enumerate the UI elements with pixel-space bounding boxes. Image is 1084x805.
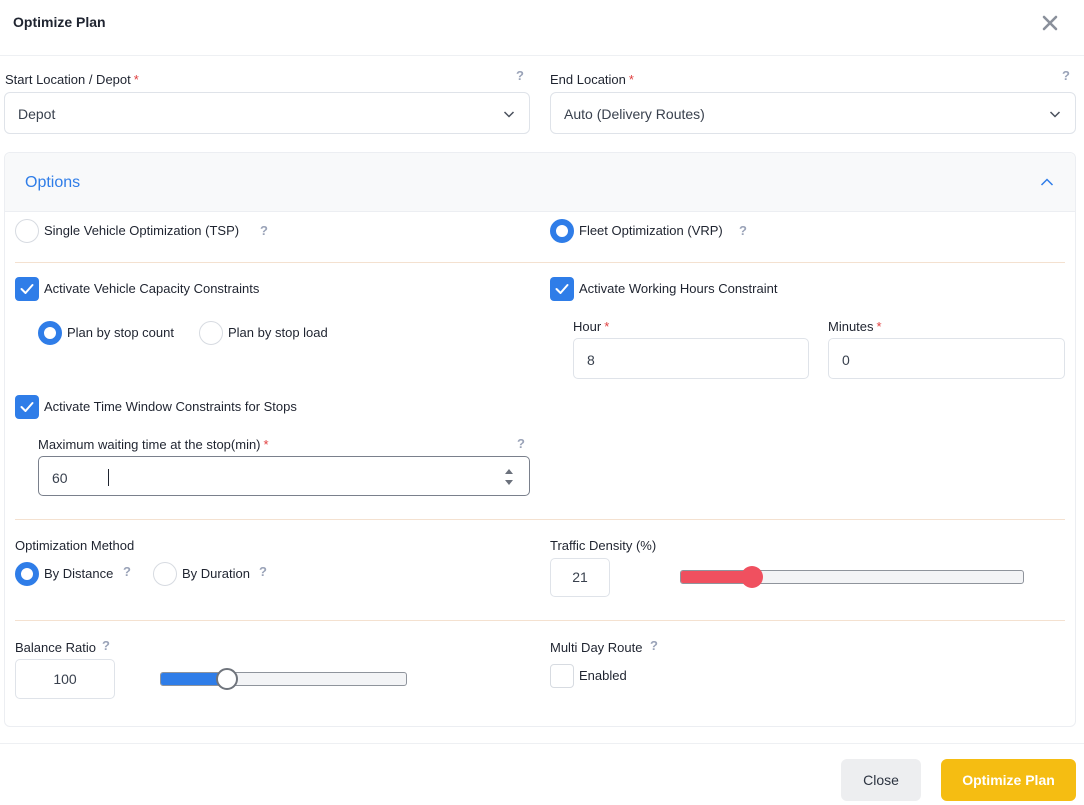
by-distance-radio[interactable] (15, 562, 39, 586)
check-icon (555, 284, 569, 294)
options-header[interactable]: Options (5, 153, 1075, 212)
time-window-checkbox[interactable] (15, 395, 39, 419)
capacity-label: Activate Vehicle Capacity Constraints (44, 281, 260, 296)
multiday-checkbox[interactable] (550, 664, 574, 688)
help-icon[interactable]: ? (516, 68, 524, 83)
required-mark: * (263, 437, 269, 452)
check-icon (20, 284, 34, 294)
dialog-footer: Close Optimize Plan (0, 743, 1084, 805)
hour-value: 8 (587, 352, 595, 368)
balance-label: Balance Ratio (15, 640, 96, 655)
vrp-label: Fleet Optimization (VRP) (579, 223, 723, 238)
working-hours-checkbox[interactable] (550, 277, 574, 301)
waiting-time-input[interactable]: 60 (38, 456, 530, 496)
required-mark: * (604, 319, 610, 334)
divider (15, 262, 1065, 263)
capacity-checkbox[interactable] (15, 277, 39, 301)
traffic-value[interactable]: 21 (550, 558, 610, 597)
chevron-up-icon[interactable] (1040, 176, 1054, 188)
start-location-label-text: Start Location / Depot (5, 72, 131, 87)
traffic-label: Traffic Density (%) (550, 538, 657, 553)
start-location-label: Start Location / Depot * (5, 72, 139, 87)
hour-label-text: Hour (573, 319, 602, 334)
by-distance-label: By Distance (44, 566, 114, 581)
waiting-time-label: Maximum waiting time at the stop(min) * (38, 437, 269, 452)
stop-count-radio[interactable] (38, 321, 62, 345)
close-button[interactable]: Close (841, 759, 921, 801)
end-location-value: Auto (Delivery Routes) (564, 106, 705, 122)
time-window-label: Activate Time Window Constraints for Sto… (44, 399, 297, 414)
traffic-slider-thumb[interactable] (741, 566, 763, 588)
stop-load-radio[interactable] (199, 321, 223, 345)
method-label: Optimization Method (15, 538, 135, 553)
minutes-value: 0 (842, 352, 850, 368)
check-icon (20, 402, 34, 412)
minutes-input[interactable]: 0 (828, 338, 1065, 379)
help-icon[interactable]: ? (102, 638, 110, 653)
end-location-label-text: End Location (550, 72, 626, 87)
help-icon[interactable]: ? (260, 223, 268, 238)
help-icon[interactable]: ? (517, 436, 525, 451)
by-duration-label: By Duration (182, 566, 250, 581)
vrp-radio[interactable] (550, 219, 574, 243)
required-mark: * (133, 72, 139, 87)
options-title: Options (25, 174, 81, 191)
help-icon[interactable]: ? (739, 223, 747, 238)
help-icon[interactable]: ? (259, 564, 267, 579)
optimize-plan-button[interactable]: Optimize Plan (941, 759, 1076, 801)
start-location-value: Depot (18, 106, 56, 122)
text-caret (108, 469, 109, 486)
help-icon[interactable]: ? (123, 564, 131, 579)
balance-slider-thumb[interactable] (216, 668, 238, 690)
chevron-down-icon (1049, 111, 1061, 118)
end-location-select[interactable]: Auto (Delivery Routes) (550, 92, 1076, 134)
required-mark: * (876, 319, 882, 334)
divider (15, 620, 1065, 621)
help-icon[interactable]: ? (650, 638, 658, 653)
dialog-title: Optimize Plan (13, 14, 106, 30)
end-location-label: End Location * (550, 72, 634, 87)
chevron-down-icon (503, 111, 515, 118)
working-hours-label: Activate Working Hours Constraint (579, 281, 778, 296)
tsp-label: Single Vehicle Optimization (TSP) (44, 223, 240, 238)
stop-load-label: Plan by stop load (228, 325, 328, 340)
minutes-label: Minutes * (828, 319, 882, 334)
divider (15, 519, 1065, 520)
balance-value[interactable]: 100 (15, 659, 115, 699)
waiting-time-value: 60 (52, 470, 68, 486)
minutes-label-text: Minutes (828, 319, 874, 334)
dialog-header: Optimize Plan (0, 0, 1084, 56)
close-icon[interactable] (1038, 11, 1062, 35)
traffic-slider-track[interactable] (680, 570, 1024, 584)
help-icon[interactable]: ? (1062, 68, 1070, 83)
spinner-icon[interactable] (502, 466, 516, 488)
hour-label: Hour * (573, 319, 609, 334)
enabled-label: Enabled (579, 668, 627, 683)
by-duration-radio[interactable] (153, 562, 177, 586)
hour-input[interactable]: 8 (573, 338, 809, 379)
stop-count-label: Plan by stop count (67, 325, 174, 340)
required-mark: * (628, 72, 634, 87)
balance-slider-track[interactable] (160, 672, 407, 686)
multiday-label: Multi Day Route (550, 640, 643, 655)
tsp-radio[interactable] (15, 219, 39, 243)
waiting-time-label-text: Maximum waiting time at the stop(min) (38, 437, 261, 452)
start-location-select[interactable]: Depot (4, 92, 530, 134)
